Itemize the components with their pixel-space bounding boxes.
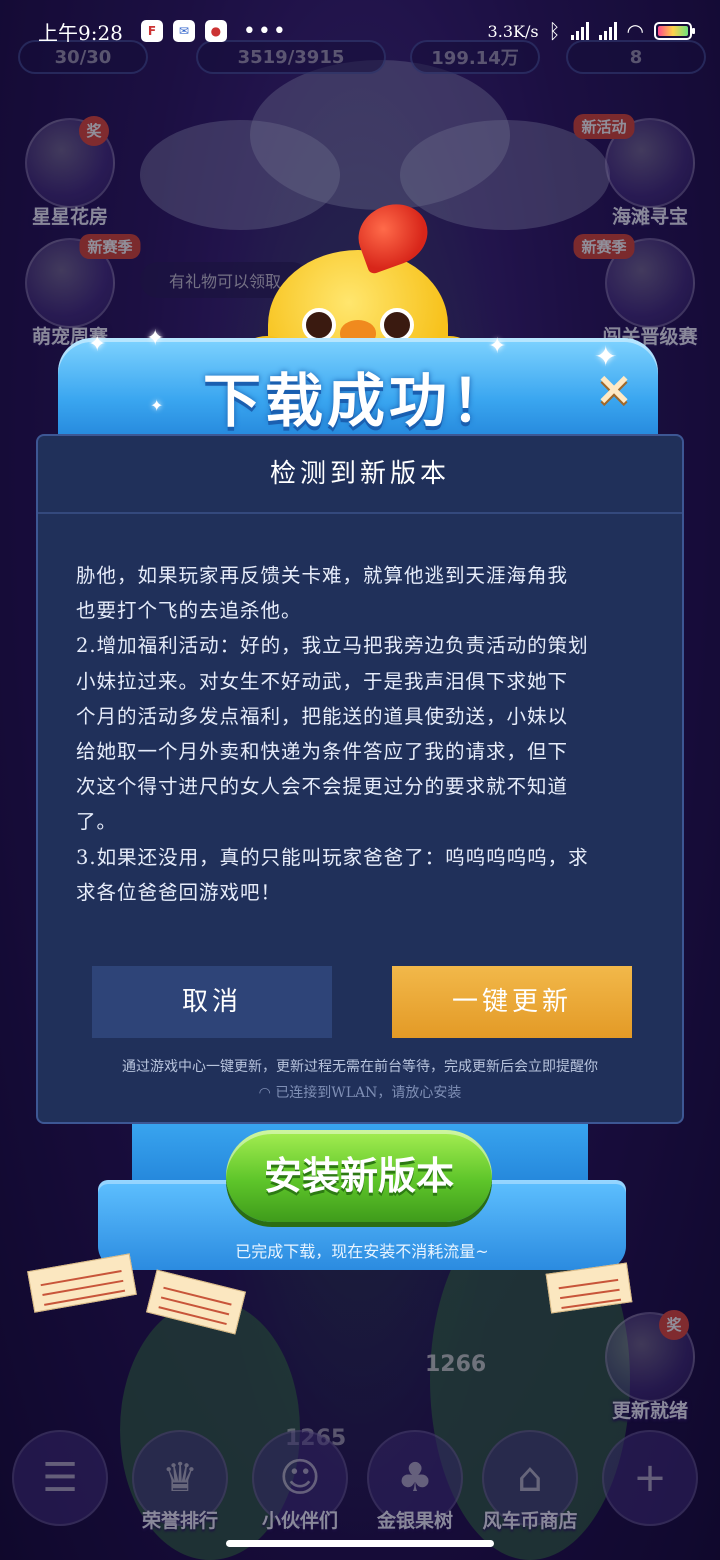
home-indicator[interactable] (226, 1540, 494, 1547)
wifi-status: ◠ 已连接到WLAN，请放心安装 (38, 1082, 682, 1102)
wifi-icon: ◠ (258, 1085, 276, 1101)
app-notification-icon: ● (204, 20, 227, 42)
wifi-icon: ◠ (626, 19, 644, 43)
app-notification-icon: F (140, 20, 163, 42)
network-speed: 3.3K/s (487, 21, 539, 41)
update-panel: 检测到新版本 胁他，如果玩家再反馈关卡难，就算他逃到天涯海角我 也要打个飞的去追… (36, 434, 684, 1124)
content-line: 也要打个飞的去追杀他。 (76, 599, 302, 623)
bluetooth-icon: ᛒ (548, 19, 561, 43)
one-click-update-button[interactable]: 一键更新 (392, 966, 632, 1038)
signal-icon (570, 22, 589, 40)
content-line: 2.增加福利活动：好的，我立马把我旁边负责活动的策划 (76, 634, 589, 658)
content-line: 给她取一个月外卖和快递为条件答应了我的请求，但下 (76, 740, 569, 764)
notification-icons: F ✉ ● (140, 20, 227, 42)
more-notifications-icon: ••• (242, 18, 288, 44)
battery-icon (654, 22, 695, 40)
cancel-button[interactable]: 取消 (92, 966, 332, 1038)
content-line: 求各位爸爸回游戏吧！ (76, 880, 282, 904)
content-line: 个月的活动多发点福利，把能送的道具使劲送，小妹以 (76, 704, 569, 728)
sparkle-icon: ✦ (594, 340, 618, 373)
close-icon[interactable]: × (592, 365, 636, 412)
content-line: 小妹拉过来。对女生不好动武，于是我声泪俱下求她下 (76, 669, 569, 693)
app-notification-icon: ✉ (172, 20, 195, 42)
sparkle-icon: ✦ (150, 396, 164, 415)
sparkle-icon: ✦ (146, 326, 165, 351)
signal-icon (598, 22, 617, 40)
sparkle-icon: ✦ (88, 332, 107, 357)
update-content[interactable]: 胁他，如果玩家再反馈关卡难，就算他逃到天涯海角我 也要打个飞的去追杀他。 2.增… (38, 514, 682, 910)
install-note: 已完成下载，现在安装不消耗流量~ (235, 1242, 489, 1261)
wifi-status-text: 已连接到WLAN，请放心安装 (275, 1085, 462, 1101)
install-new-version-button[interactable]: 安装新版本 (226, 1130, 492, 1222)
dialog-title: 下载成功！ (202, 367, 513, 435)
panel-title: 检测到新版本 (38, 436, 682, 514)
content-line: 胁他，如果玩家再反馈关卡难，就算他逃到天涯海角我 (76, 564, 569, 587)
sparkle-icon: ✦ (488, 334, 507, 359)
content-line: 3.如果还没用，真的只能叫玩家爸爸了：呜呜呜呜呜，求 (76, 845, 589, 869)
status-bar: 上午9:28 F ✉ ● ••• 3.3K/s ᛒ ◠ (0, 0, 720, 62)
content-line: 了。 (76, 810, 118, 834)
clock: 上午9:28 (38, 20, 123, 45)
update-note: 通过游戏中心一键更新，更新过程无需在前台等待，完成更新后会立即提醒你 (122, 1059, 598, 1075)
content-line: 次这个得寸进尺的女人会不会提更过分的要求就不知道 (76, 775, 569, 799)
action-buttons: 取消 一键更新 (92, 966, 632, 1038)
